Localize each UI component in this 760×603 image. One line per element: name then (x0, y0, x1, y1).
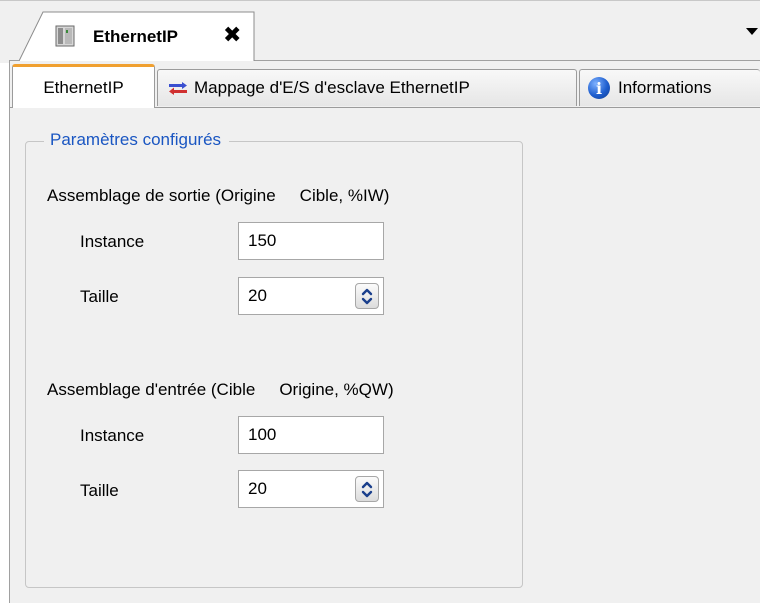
input-assembly-label: Assemblage d'entrée (Cible Origine, %QW) (47, 380, 394, 400)
input-size-field[interactable] (239, 471, 357, 507)
input-instance-label: Instance (80, 426, 145, 445)
chevron-updown-icon (361, 481, 373, 498)
group-title: Paramètres configurés (44, 130, 230, 150)
output-size-label: Taille (80, 287, 119, 306)
output-size-field[interactable] (239, 278, 357, 314)
document-tab-ethernetip[interactable]: EthernetIP ✖ (19, 11, 255, 61)
output-assembly-label-part1: Assemblage de sortie (Origine (47, 186, 276, 205)
info-icon: i (588, 77, 610, 99)
document-tab-title: EthernetIP (93, 27, 179, 46)
io-mapping-icon (169, 82, 187, 95)
tab-ethernetip[interactable]: EthernetIP (12, 64, 155, 108)
configured-parameters-group (25, 141, 523, 588)
tab-label: EthernetIP (43, 77, 124, 97)
input-assembly-label-part2: Origine, %QW) (279, 380, 394, 399)
tab-informations[interactable]: i Informations (579, 69, 760, 106)
spin-updown-button[interactable] (355, 283, 379, 309)
device-module-icon (55, 25, 75, 47)
output-assembly-label-part2: Cible, %IW) (299, 186, 390, 205)
tab-label: Mappage d'E/S d'esclave EthernetIP (194, 78, 470, 97)
tab-label: Informations (618, 78, 712, 97)
dropdown-arrow-icon[interactable] (746, 28, 758, 35)
close-icon[interactable]: ✖ (223, 24, 241, 46)
input-assembly-label-part1: Assemblage d'entrée (Cible (47, 380, 256, 399)
output-instance-label: Instance (80, 232, 145, 251)
input-size-stepper[interactable] (238, 470, 384, 508)
output-instance-field[interactable] (238, 222, 384, 260)
input-size-label: Taille (80, 481, 119, 500)
chevron-updown-icon (361, 288, 373, 305)
output-assembly-label: Assemblage de sortie (Origine Cible, %IW) (47, 186, 389, 206)
spin-updown-button[interactable] (355, 476, 379, 502)
input-instance-field[interactable] (238, 416, 384, 454)
tab-io-mapping[interactable]: Mappage d'E/S d'esclave EthernetIP (157, 69, 577, 106)
output-size-stepper[interactable] (238, 277, 384, 315)
